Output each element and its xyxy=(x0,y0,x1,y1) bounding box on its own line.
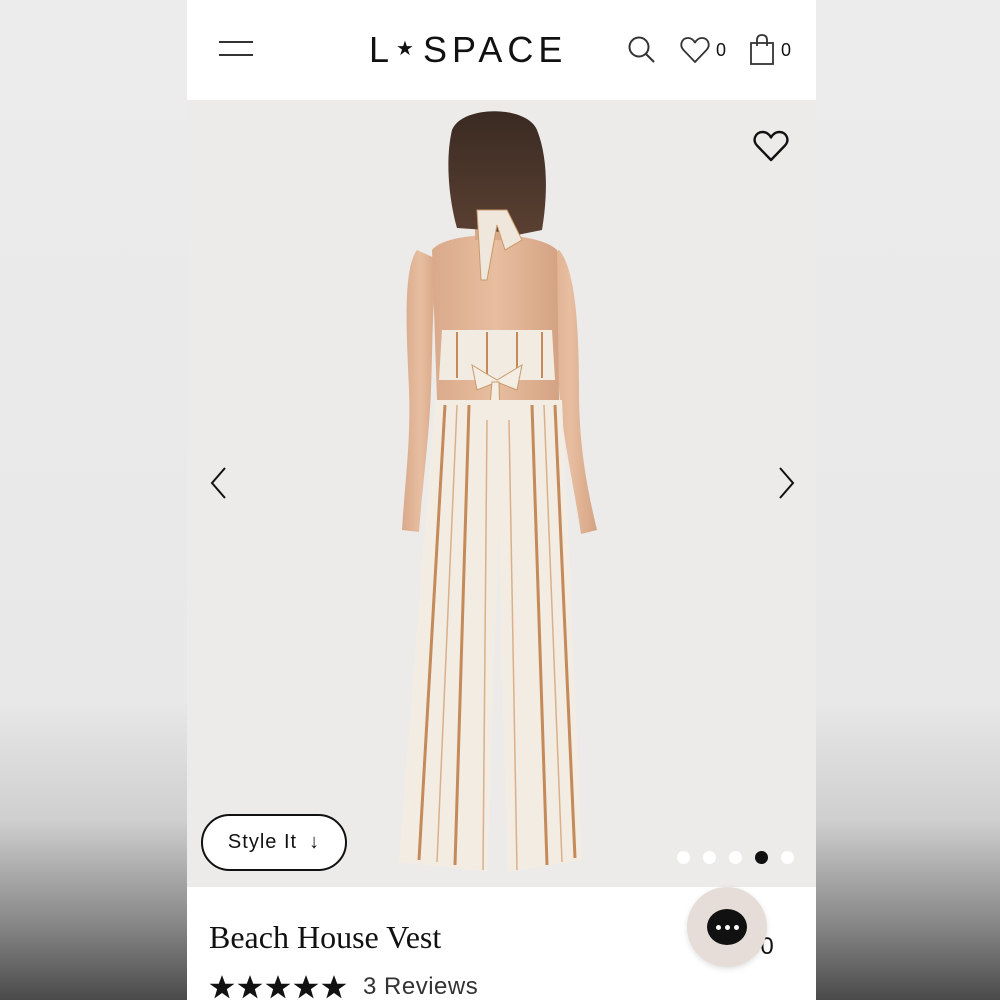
wishlist-count: 0 xyxy=(716,39,727,60)
reviews-link[interactable]: 3 Reviews xyxy=(363,973,478,1000)
app-screen: L ★ SPACE 0 0 Style It ↓ Beach House Ves… xyxy=(187,0,816,1000)
product-image-gallery[interactable]: Style It ↓ xyxy=(187,100,816,887)
heart-icon xyxy=(753,130,789,162)
style-it-button[interactable]: Style It ↓ xyxy=(201,814,347,871)
star-icon xyxy=(237,975,263,999)
star-icon xyxy=(293,975,319,999)
cart-count: 0 xyxy=(781,39,792,60)
product-rating: 3 Reviews xyxy=(209,973,478,1000)
star-icon xyxy=(209,975,235,999)
chevron-left-icon xyxy=(210,467,226,499)
carousel-dot-active[interactable] xyxy=(755,851,768,864)
previous-image-button[interactable] xyxy=(205,465,235,501)
carousel-dot[interactable] xyxy=(781,851,794,864)
chat-icon xyxy=(707,909,747,945)
star-icon xyxy=(265,975,291,999)
carousel-dot[interactable] xyxy=(677,851,690,864)
style-it-label: Style It xyxy=(227,831,298,853)
add-to-wishlist-button[interactable] xyxy=(753,130,793,166)
logo-star: ★ xyxy=(396,37,419,60)
logo-text-space: SPACE xyxy=(422,29,568,70)
product-title: Beach House Vest xyxy=(209,919,442,955)
star-icon xyxy=(321,975,347,999)
next-image-button[interactable] xyxy=(772,465,802,501)
logo-text-l: L xyxy=(369,29,395,70)
search-button[interactable] xyxy=(627,33,657,67)
carousel-dot[interactable] xyxy=(729,851,742,864)
brand-logo[interactable]: L ★ SPACE xyxy=(369,28,567,72)
cart-button[interactable]: 0 xyxy=(749,33,791,67)
product-info: Beach House Vest 50 3 Reviews xyxy=(187,887,816,1000)
search-icon xyxy=(628,36,655,63)
carousel-dots xyxy=(677,851,794,864)
hamburger-menu-icon[interactable] xyxy=(219,39,253,59)
arrow-down-icon: ↓ xyxy=(309,831,321,853)
chevron-right-icon xyxy=(779,467,795,499)
chat-widget-button[interactable] xyxy=(687,887,767,967)
shopping-bag-icon xyxy=(750,34,774,65)
product-photo xyxy=(187,100,816,887)
site-header: L ★ SPACE 0 0 xyxy=(187,0,816,100)
wishlist-button[interactable]: 0 xyxy=(680,33,726,67)
heart-icon xyxy=(680,37,710,63)
carousel-dot[interactable] xyxy=(703,851,716,864)
